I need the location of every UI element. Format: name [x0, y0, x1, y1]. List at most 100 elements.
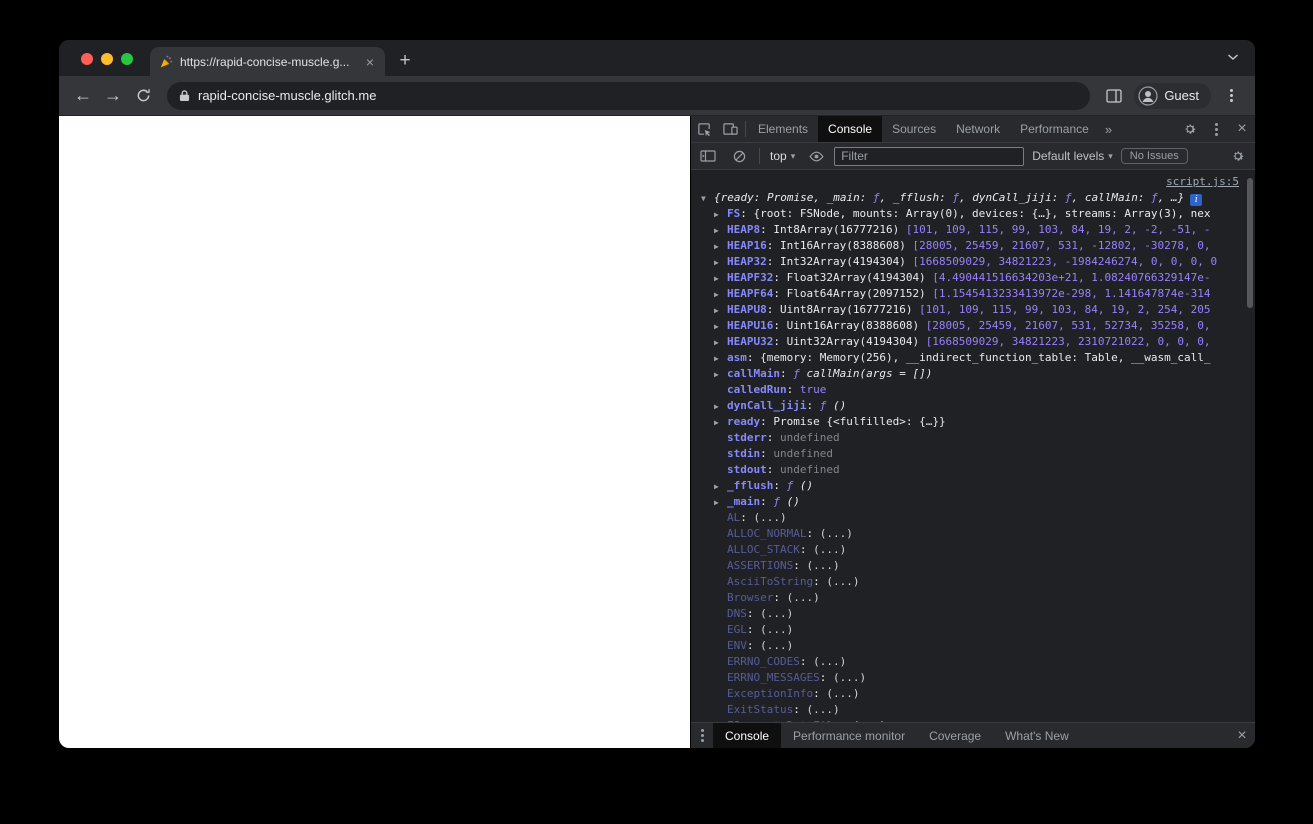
expand-triangle-icon[interactable]: ▶ [714, 335, 727, 350]
tab-search-chevron-icon[interactable] [1227, 53, 1239, 61]
expand-triangle-icon[interactable]: ▶ [714, 495, 727, 510]
value-segment: , callMain: [1071, 191, 1152, 204]
drawer-menu-icon[interactable] [691, 723, 713, 748]
console-scrollbar[interactable] [1247, 178, 1253, 308]
tab-performance[interactable]: Performance [1010, 116, 1099, 142]
expand-triangle-icon[interactable]: ▶ [714, 415, 727, 430]
value-segment: [101, 109, 115, 99, 103, 84, 19, 2, -2, … [905, 223, 1211, 236]
value-segment: Int16Array(8388608) [780, 239, 913, 252]
reload-button[interactable] [129, 82, 157, 110]
console-row: ▶ callMain: ƒ callMain(args = []) [691, 366, 1255, 382]
expand-triangle-icon[interactable]: ▶ [714, 399, 727, 414]
value-segment: Uint16Array(8388608) [786, 319, 926, 332]
getter-invoke-ellipsis[interactable]: (...) [826, 575, 859, 588]
property-separator: : [760, 495, 774, 508]
getter-invoke-ellipsis[interactable]: (...) [820, 527, 853, 540]
expand-triangle-icon[interactable]: ▶ [714, 479, 727, 494]
getter-invoke-ellipsis[interactable]: (...) [760, 639, 793, 652]
property-separator: : [766, 431, 780, 444]
console-row: ▶ HEAPF64: Float64Array(2097152) [1.15454… [691, 286, 1255, 302]
zoom-window-button[interactable] [121, 53, 133, 65]
value-segment: Uint8Array(16777216) [780, 303, 920, 316]
property-name: ENV [727, 639, 747, 652]
info-icon[interactable]: i [1190, 194, 1203, 206]
tab-strip: https://rapid-concise-muscle.g... × + [59, 40, 1255, 76]
property-name: _fflush [727, 479, 774, 492]
expand-triangle-icon[interactable]: ▶ [714, 207, 727, 222]
browser-menu-icon[interactable] [1217, 82, 1245, 110]
devtools-settings-gear-icon[interactable] [1177, 116, 1203, 142]
tab-console[interactable]: Console [818, 116, 883, 142]
profile-chip[interactable]: Guest [1134, 82, 1211, 109]
value-segment: {ready: Promise, _main: [714, 191, 873, 204]
filter-input[interactable] [834, 146, 1025, 166]
console-row: AsciiToString: (...) [691, 574, 1255, 590]
expand-triangle-icon[interactable]: ▶ [714, 255, 727, 270]
devtools-close-icon[interactable]: × [1229, 120, 1255, 138]
console-row: Browser: (...) [691, 590, 1255, 606]
minimize-window-button[interactable] [101, 53, 113, 65]
expand-triangle-icon[interactable]: ▶ [714, 223, 727, 238]
devtools-menu-icon[interactable] [1203, 116, 1229, 142]
getter-invoke-ellipsis[interactable]: (...) [806, 559, 839, 572]
property-separator: : [840, 719, 853, 722]
drawer-tab-performance-monitor[interactable]: Performance monitor [781, 723, 917, 748]
console-sidebar-icon[interactable] [695, 143, 721, 169]
getter-invoke-ellipsis[interactable]: (...) [853, 719, 886, 722]
device-toolbar-icon[interactable] [717, 116, 743, 142]
tab-elements[interactable]: Elements [748, 116, 818, 142]
expand-triangle-icon[interactable]: ▶ [714, 287, 727, 302]
inspect-element-icon[interactable] [691, 116, 717, 142]
value-segment: () [799, 479, 814, 492]
issues-counter[interactable]: No Issues [1120, 148, 1188, 164]
tab-sources[interactable]: Sources [882, 116, 946, 142]
expand-triangle-icon[interactable]: ▶ [714, 367, 727, 382]
value-segment: ƒ [793, 367, 807, 380]
getter-invoke-ellipsis[interactable]: (...) [813, 655, 846, 668]
drawer-tab-whats-new[interactable]: What's New [993, 723, 1081, 748]
getter-invoke-ellipsis[interactable]: (...) [760, 607, 793, 620]
console-settings-gear-icon[interactable] [1225, 143, 1251, 169]
more-tabs-icon[interactable]: » [1099, 116, 1118, 142]
log-levels-selector[interactable]: Default levels ▾ [1029, 149, 1116, 163]
getter-invoke-ellipsis[interactable]: (...) [760, 623, 793, 636]
getter-invoke-ellipsis[interactable]: (...) [754, 511, 787, 524]
expand-triangle-icon[interactable]: ▶ [714, 303, 727, 318]
expand-triangle-icon[interactable]: ▶ [714, 239, 727, 254]
property-name: ERRNO_CODES [727, 655, 800, 668]
property-separator: : [786, 383, 800, 396]
close-window-button[interactable] [81, 53, 93, 65]
browser-tab[interactable]: https://rapid-concise-muscle.g... × [150, 47, 385, 76]
divider [745, 121, 746, 137]
drawer-tab-coverage[interactable]: Coverage [917, 723, 993, 748]
expand-triangle-icon[interactable]: ▶ [714, 271, 727, 286]
clear-console-icon[interactable] [726, 143, 752, 169]
tab-close-icon[interactable]: × [364, 53, 376, 71]
expand-triangle-icon[interactable]: ▼ [701, 191, 714, 206]
source-link[interactable]: script.js:5 [1166, 175, 1239, 188]
forward-button[interactable]: → [99, 82, 127, 110]
tab-network[interactable]: Network [946, 116, 1010, 142]
context-selector[interactable]: top ▾ [767, 149, 798, 163]
getter-invoke-ellipsis[interactable]: (...) [787, 591, 820, 604]
property-name: EGL [727, 623, 747, 636]
getter-invoke-ellipsis[interactable]: (...) [806, 703, 839, 716]
new-tab-button[interactable]: + [391, 47, 419, 75]
back-button[interactable]: ← [69, 82, 97, 110]
property-name: HEAP8 [727, 223, 761, 236]
drawer-close-icon[interactable]: × [1229, 727, 1255, 745]
expand-triangle-icon[interactable]: ▶ [714, 319, 727, 334]
side-panel-icon[interactable] [1100, 82, 1128, 110]
getter-invoke-ellipsis[interactable]: (...) [813, 543, 846, 556]
property-separator: : [793, 559, 807, 572]
property-name: ready [727, 415, 761, 428]
live-expression-eye-icon[interactable] [803, 143, 829, 169]
property-name: stderr [727, 431, 767, 444]
lock-icon[interactable] [179, 89, 190, 102]
drawer-tab-console[interactable]: Console [713, 723, 782, 748]
getter-invoke-ellipsis[interactable]: (...) [833, 671, 866, 684]
expand-triangle-icon[interactable]: ▶ [714, 351, 727, 366]
console-row: stderr: undefined [691, 430, 1255, 446]
address-bar[interactable]: rapid-concise-muscle.glitch.me [167, 81, 1091, 110]
getter-invoke-ellipsis[interactable]: (...) [826, 687, 859, 700]
